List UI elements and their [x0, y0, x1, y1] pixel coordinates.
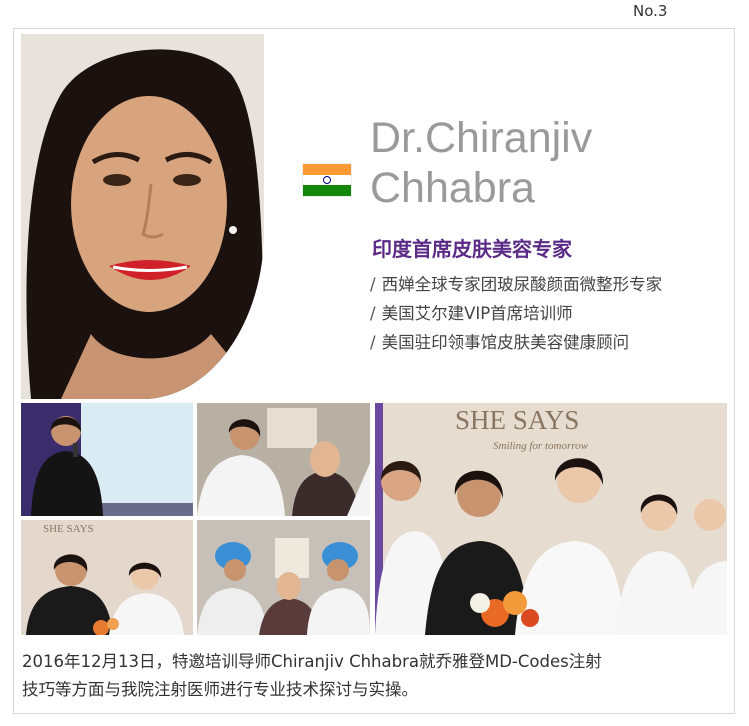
wall-sign-text: SHE SAYS	[455, 405, 579, 435]
credential-item: / 西婵全球专家团玻尿酸颜面微整形专家	[370, 275, 663, 294]
small-sign-text: SHE SAYS	[43, 523, 94, 535]
doctor-title: 印度首席皮肤美容专家	[372, 237, 572, 261]
doctor-portrait	[21, 34, 264, 399]
india-flag-icon	[303, 164, 351, 196]
doctor-name: Dr.Chiranjiv Chhabra	[370, 113, 592, 213]
credential-item: / 美国驻印领事馆皮肤美容健康顾问	[370, 333, 630, 352]
doctor-name-line2: Chhabra	[370, 164, 535, 212]
credentials-list: / 西婵全球专家团玻尿酸颜面微整形专家 / 美国艾尔建VIP首席培训师 / 美国驻印领…	[370, 270, 662, 357]
event-caption: 2016年12月13日，特邀培训导师Chiranjiv Chhabra就乔雅登M…	[22, 648, 734, 704]
photo-lecture	[21, 403, 193, 516]
photo-procedure-1	[197, 403, 370, 516]
photo-group-large: SHE SAYS Smiling for tomorrow	[375, 403, 727, 635]
doctor-name-line1: Dr.Chiranjiv	[370, 114, 593, 162]
wall-sign-subtext: Smiling for tomorrow	[493, 440, 589, 452]
photo-group-small: SHE SAYS	[21, 520, 193, 635]
credential-item: / 美国艾尔建VIP首席培训师	[370, 304, 573, 323]
page-number: No.3	[633, 2, 668, 20]
caption-line2: 技巧等方面与我院注射医师进行专业技术探讨与实操。	[22, 680, 418, 699]
ashoka-chakra-icon	[323, 175, 331, 184]
caption-line1: 2016年12月13日，特邀培训导师Chiranjiv Chhabra就乔雅登M…	[22, 652, 602, 671]
photo-procedure-2	[197, 520, 370, 635]
